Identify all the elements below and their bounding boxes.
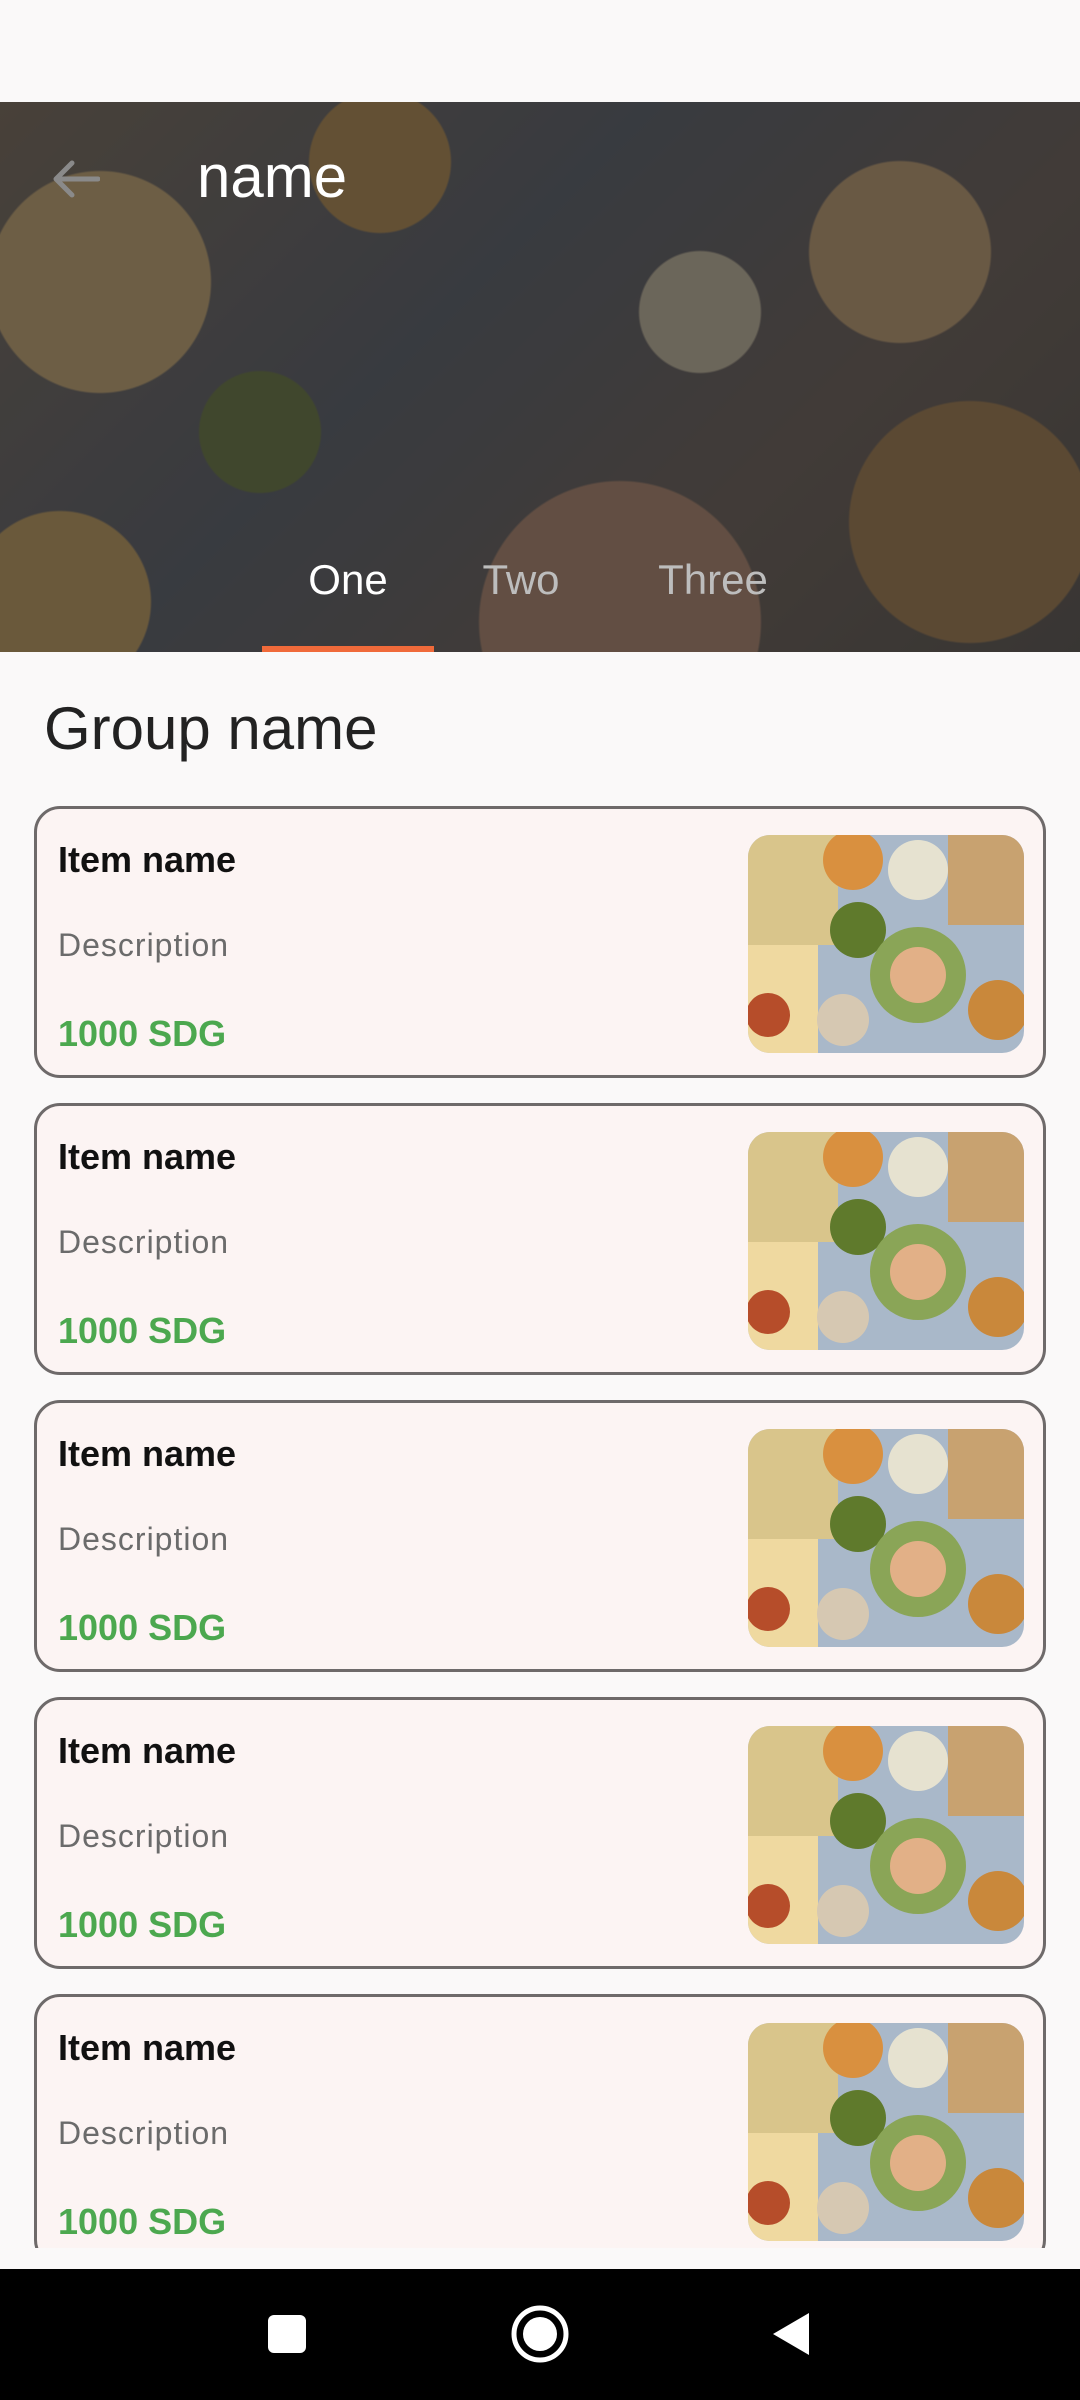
- item-list[interactable]: Item name Description 1000 SDG Item name…: [34, 806, 1046, 2248]
- item-card[interactable]: Item name Description 1000 SDG: [34, 1103, 1046, 1375]
- back-triangle-icon: [773, 2313, 809, 2355]
- arrow-left-icon: [53, 160, 100, 198]
- tab-label: Three: [658, 556, 768, 603]
- back-button[interactable]: [40, 144, 110, 214]
- home-circle-icon: [511, 2305, 569, 2363]
- item-price: 1000 SDG: [58, 2201, 227, 2242]
- item-price: 1000 SDG: [58, 1904, 227, 1945]
- home-button[interactable]: [505, 2299, 575, 2369]
- recents-square-icon: [268, 2315, 306, 2353]
- tab-label: One: [308, 556, 388, 603]
- item-price: 1000 SDG: [58, 1607, 227, 1648]
- food-image: [748, 1726, 1024, 1944]
- item-name: Item name: [58, 1136, 237, 1177]
- item-description: Description: [58, 927, 230, 963]
- food-image: [748, 835, 1024, 1053]
- item-description: Description: [58, 2115, 230, 2151]
- item-card[interactable]: Item name Description 1000 SDG: [34, 806, 1046, 1078]
- back-nav-button[interactable]: [755, 2299, 825, 2369]
- system-navigation-bar: [0, 2269, 1080, 2400]
- recents-button[interactable]: [252, 2299, 322, 2369]
- tab-label: Two: [482, 556, 560, 603]
- food-image: [748, 1132, 1024, 1350]
- item-description: Description: [58, 1224, 230, 1260]
- item-card[interactable]: Item name Description 1000 SDG: [34, 1994, 1046, 2248]
- item-price: 1000 SDG: [58, 1013, 227, 1054]
- item-description: Description: [58, 1818, 230, 1854]
- item-name: Item name: [58, 2027, 237, 2068]
- tab-bar: One Two Three: [262, 542, 818, 652]
- tab-indicator: [262, 646, 434, 652]
- status-bar: [0, 0, 1080, 102]
- item-name: Item name: [58, 839, 237, 880]
- tab-one[interactable]: One: [262, 542, 434, 652]
- food-image: [748, 1429, 1024, 1647]
- food-image: [748, 2023, 1024, 2241]
- tab-two[interactable]: Two: [434, 542, 608, 652]
- item-card[interactable]: Item name Description 1000 SDG: [34, 1697, 1046, 1969]
- item-description: Description: [58, 1521, 230, 1557]
- item-name: Item name: [58, 1730, 237, 1771]
- item-price: 1000 SDG: [58, 1310, 227, 1351]
- item-card[interactable]: Item name Description 1000 SDG: [34, 1400, 1046, 1672]
- group-title: Group name: [44, 695, 378, 762]
- item-name: Item name: [58, 1433, 237, 1474]
- tab-three[interactable]: Three: [608, 542, 818, 652]
- page-title: name: [197, 143, 348, 210]
- header-banner: name One Two Three: [0, 102, 1080, 652]
